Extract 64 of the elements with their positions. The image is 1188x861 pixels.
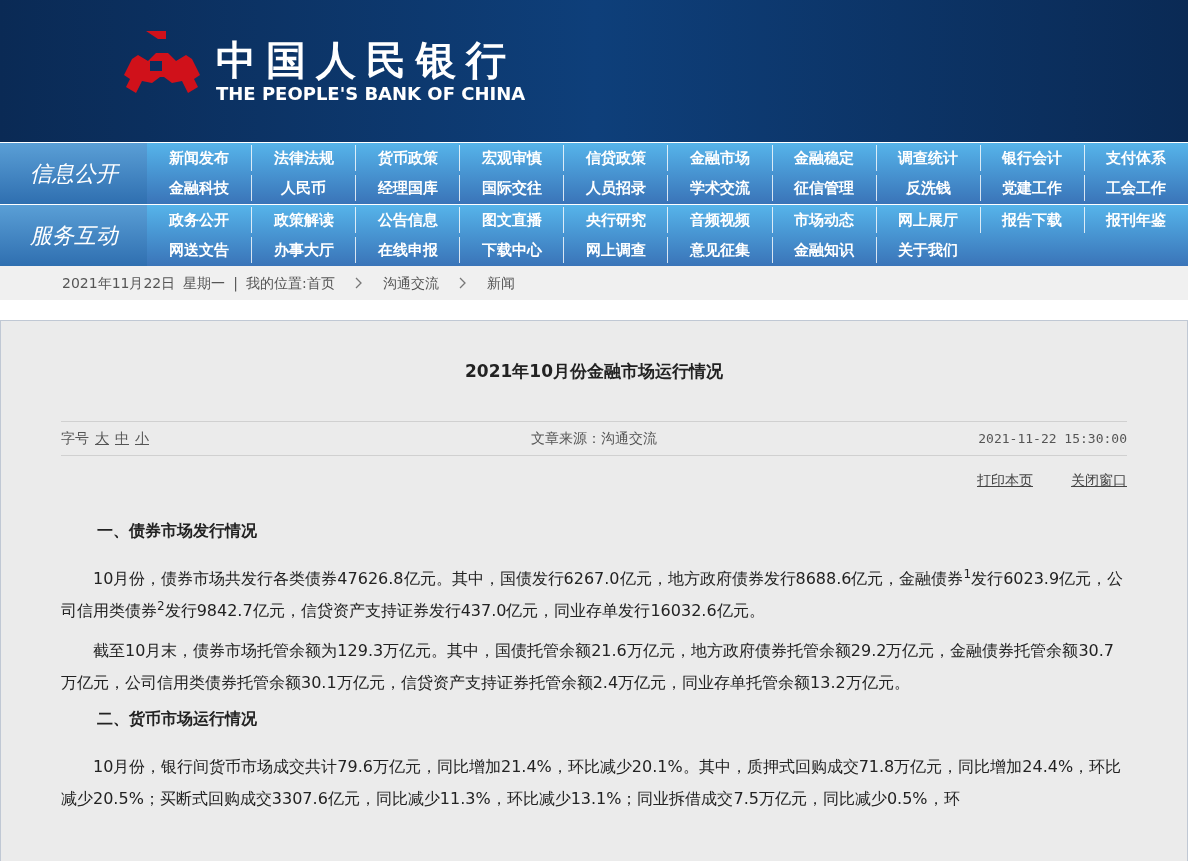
nav-link[interactable]: 音频视频	[667, 207, 772, 233]
nav-link[interactable]: 党建工作	[979, 175, 1084, 201]
nav-link[interactable]: 金融科技	[147, 175, 252, 201]
body-paragraph: 10月份，债券市场共发行各类债券47626.8亿元。其中，国债发行6267.0亿元，地方政府债券发行8688.6亿元，金融债券$^{1}$发行6023.9亿元，公司信用类债券$^{2}$发行9842.7亿元，信贷资产支持证券发行437.0亿元，同业存单发行16032.6亿元。	[61, 566, 1125, 622]
nav-link[interactable]: 银行会计	[979, 145, 1084, 171]
chevron-icon	[458, 277, 467, 289]
nav-link[interactable]: 新闻发布	[147, 145, 252, 171]
nav-link[interactable]: 支付体系	[1083, 145, 1188, 171]
nav-link[interactable]: 图文直播	[459, 207, 564, 233]
nav-link[interactable]: 金融稳定	[771, 145, 876, 171]
nav-link[interactable]: 网送文告	[147, 237, 252, 263]
font-size-link[interactable]: 大	[95, 428, 109, 449]
action-link[interactable]: 关闭窗口	[1071, 470, 1127, 491]
nav-link[interactable]: 关于我们	[875, 237, 980, 263]
nav-link[interactable]: 法律法规	[251, 145, 356, 171]
nav-link[interactable]: 国际交往	[459, 175, 564, 201]
bank-name-english: THE PEOPLE'S BANK OF CHINA	[216, 83, 526, 105]
font-size-link[interactable]: 小	[135, 428, 149, 449]
nav-link[interactable]: 人员招录	[563, 175, 668, 201]
nav-link[interactable]: 金融知识	[771, 237, 876, 263]
nav-link[interactable]: 人民币	[251, 175, 356, 201]
nav-link[interactable]: 货币政策	[355, 145, 460, 171]
weekday: 星期一	[183, 273, 226, 293]
publish-datetime: 2021-11-22 15:30:00	[977, 429, 1127, 448]
breadcrumb-link[interactable]: 首页	[306, 272, 335, 294]
body-paragraph: 截至10月末，债券市场托管余额为129.3万亿元。其中，国债托管余额21.6万亿元，地方政府债券托管余额29.2万亿元，金融债券托管余额30.7万亿元，公司信用类债券托管余额30.1万亿元，信贷资产支持证券托管余额2.4万亿元，同业存单托管余额13.2万亿元。	[61, 640, 1116, 694]
nav-link[interactable]: 公告信息	[355, 207, 460, 233]
nav-link[interactable]: 在线申报	[355, 237, 460, 263]
nav-section-label: 信息公开	[0, 143, 147, 204]
current-date: 2021年11月22日	[62, 273, 176, 293]
section-heading: 二、货币市场运行情况	[96, 708, 258, 730]
nav-section-label: 服务互动	[0, 205, 147, 266]
nav-link[interactable]: 工会工作	[1083, 175, 1188, 201]
nav-link[interactable]: 意见征集	[667, 237, 772, 263]
nav-link[interactable]: 宏观审慎	[459, 145, 564, 171]
nav-link[interactable]: 网上展厅	[875, 207, 980, 233]
chevron-icon	[354, 277, 363, 289]
font-size-link[interactable]: 中	[115, 428, 129, 449]
nav-link[interactable]: 市场动态	[771, 207, 876, 233]
article-source: 文章来源：沟通交流	[531, 429, 657, 448]
nav-link[interactable]: 反洗钱	[875, 175, 980, 201]
bank-name-chinese: 中国人民银行	[216, 37, 517, 83]
nav-link[interactable]: 报告下载	[979, 207, 1084, 233]
nav-link[interactable]: 政务公开	[147, 207, 252, 233]
nav-link[interactable]: 征信管理	[771, 175, 876, 201]
section-heading: 一、债券市场发行情况	[96, 520, 258, 542]
nav-link[interactable]: 网上调查	[563, 237, 668, 263]
nav-link[interactable]: 政策解读	[251, 207, 356, 233]
breadcrumb-link[interactable]: 沟通交流	[382, 272, 439, 294]
location-label: 我的位置:	[246, 273, 307, 293]
nav-link[interactable]: 金融市场	[667, 145, 772, 171]
nav-link[interactable]: 调查统计	[875, 145, 980, 171]
body-paragraph: 10月份，银行间货币市场成交共计79.6万亿元，同比增加21.4%，环比减少20.1%。其中，质押式回购成交71.8万亿元，同比增加24.4%，环比减少20.5%；买断式回购成交3307.6亿元，同比减少11.3%，环比减少13.1%；同业拆借成交7.5万亿元，同比减少0.5%，环	[61, 756, 1123, 810]
nav-link[interactable]: 下载中心	[459, 237, 564, 263]
nav-link[interactable]: 学术交流	[667, 175, 772, 201]
separator-text: |	[233, 273, 238, 294]
article-title: 2021年10月份金融市场运行情况	[464, 360, 724, 383]
nav-link[interactable]: 办事大厅	[251, 237, 356, 263]
nav-link[interactable]: 经理国库	[355, 175, 460, 201]
nav-link[interactable]: 报刊年鉴	[1083, 207, 1188, 233]
action-link[interactable]: 打印本页	[977, 470, 1033, 491]
font-size-label: 字号	[61, 429, 89, 448]
nav-link[interactable]: 信贷政策	[563, 145, 668, 171]
nav-link[interactable]: 央行研究	[563, 207, 668, 233]
